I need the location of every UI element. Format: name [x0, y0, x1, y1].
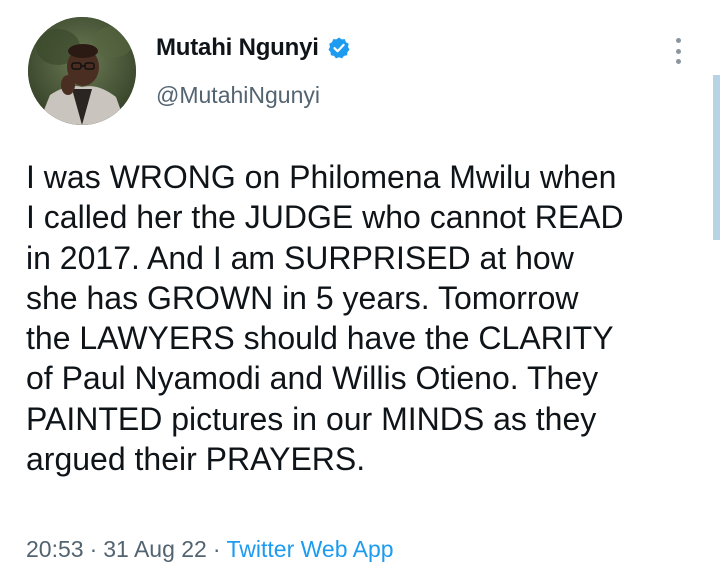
more-options-icon[interactable]: [666, 34, 690, 68]
tweet-card: Mutahi Ngunyi @MutahiNgunyi I was WRONG …: [0, 0, 720, 580]
tweet-text-line: she has GROWN in 5 years. Tomorrow: [26, 279, 579, 316]
verified-badge-icon: [327, 36, 351, 60]
tweet-meta: 20:53 · 31 Aug 22 · Twitter Web App: [26, 536, 394, 563]
tweet-text-line: in 2017. And I am SURPRISED at how: [26, 239, 574, 276]
tweet-text: I was WRONG on Philomena Mwilu when I ca…: [26, 157, 706, 479]
author-name-row[interactable]: Mutahi Ngunyi: [156, 34, 351, 62]
tweet-text-line: the LAWYERS should have the CLARITY: [26, 320, 614, 357]
author-display-name[interactable]: Mutahi Ngunyi: [156, 34, 319, 62]
tweet-text-line: I was WRONG on Philomena Mwilu when: [26, 159, 617, 195]
profile-photo: [28, 17, 136, 125]
tweet-text-line: argued their PRAYERS.: [26, 441, 366, 478]
tweet-source-link[interactable]: Twitter Web App: [227, 536, 394, 562]
tweet-text-line: of Paul Nyamodi and Willis Otieno. They: [26, 360, 599, 397]
tweet-date[interactable]: 31 Aug 22: [103, 536, 207, 562]
tweet-text-line: I called her the JUDGE who cannot READ: [26, 199, 624, 236]
scrollbar[interactable]: [713, 75, 720, 240]
meta-separator: ·: [89, 536, 98, 562]
meta-separator: ·: [212, 536, 221, 562]
author-handle[interactable]: @MutahiNgunyi: [156, 82, 320, 109]
avatar[interactable]: [28, 17, 136, 125]
tweet-text-line: PAINTED pictures in our MINDS as they: [26, 400, 597, 437]
tweet-time[interactable]: 20:53: [26, 536, 84, 562]
